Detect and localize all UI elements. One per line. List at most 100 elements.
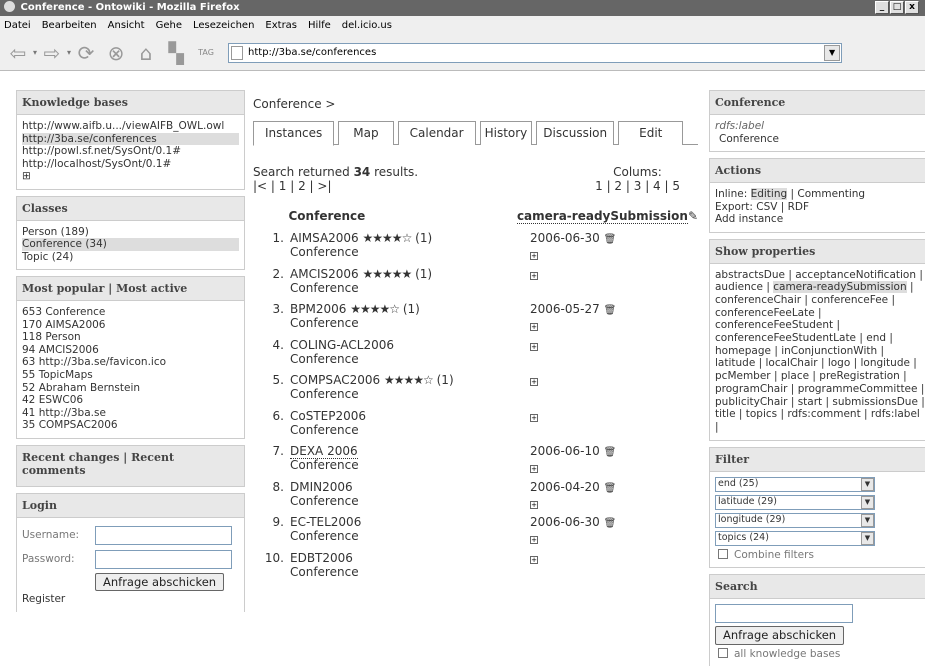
export-links[interactable]: Export: CSV | RDF <box>715 201 920 214</box>
menu-extras[interactable]: Extras <box>265 20 297 31</box>
register-link[interactable]: Register <box>22 593 239 606</box>
forward-dropdown-icon[interactable]: ▾ <box>67 48 71 57</box>
conference-link[interactable]: AIMSA2006 <box>290 231 359 245</box>
url-bar[interactable]: http://3ba.se/conferences ▼ <box>228 42 843 63</box>
tab-edit[interactable]: Edit <box>618 121 684 145</box>
menu-datei[interactable]: Datei <box>4 20 31 31</box>
conference-link[interactable]: COLING-ACL2006 <box>290 338 394 352</box>
popular-item[interactable]: 52 Abraham Bernstein <box>22 382 239 395</box>
add-value-icon[interactable]: + <box>530 323 538 331</box>
popular-item[interactable]: 653 Conference <box>22 306 239 319</box>
popular-title[interactable]: Most popular | Most active <box>17 277 244 301</box>
menu-gehe[interactable]: Gehe <box>156 20 182 31</box>
reload-icon[interactable]: ⟳ <box>74 41 98 65</box>
login-submit-button[interactable]: Anfrage abschicken <box>95 572 225 592</box>
recent-title[interactable]: Recent changes | Recent comments <box>17 445 244 486</box>
combine-filters-checkbox[interactable] <box>718 548 728 559</box>
breadcrumb[interactable]: Conference > <box>253 97 698 111</box>
conference-link[interactable]: CoSTEP2006 <box>290 409 366 423</box>
class-item[interactable]: Topic (24) <box>22 251 239 264</box>
delete-icon[interactable]: 🗑 <box>604 483 617 494</box>
filter-select[interactable]: topics (24) ▼ <box>715 530 875 546</box>
delete-icon[interactable]: 🗑 <box>604 234 617 245</box>
forward-icon[interactable]: ⇨ <box>40 41 64 65</box>
add-value-icon[interactable]: + <box>530 413 538 422</box>
stop-icon[interactable]: ⊗ <box>104 41 128 65</box>
col-conference-header[interactable]: Conference <box>289 209 517 223</box>
popular-item[interactable]: 94 AMCIS2006 <box>22 344 239 357</box>
bookmarks-icon[interactable]: ▚ <box>164 41 188 65</box>
delete-icon[interactable]: 🗑 <box>604 447 617 458</box>
conference-link[interactable]: EDBT2006 <box>290 551 353 565</box>
submission-date[interactable]: 2006-04-20 <box>530 480 600 494</box>
search-submit-button[interactable]: Anfrage abschicken <box>715 626 845 645</box>
conference-link[interactable]: COMPSAC2006 <box>290 373 380 387</box>
add-value-icon[interactable]: + <box>530 271 538 280</box>
rating-stars-icon[interactable]: ★★★★★ <box>362 267 412 281</box>
results-pager[interactable]: |< | 1 | 2 | >| <box>253 179 418 193</box>
tab-map[interactable]: Map <box>338 121 394 145</box>
tab-instances[interactable]: Instances <box>253 121 335 146</box>
commenting-link[interactable]: | Commenting <box>791 188 866 200</box>
tab-history[interactable]: History <box>479 121 533 145</box>
menu-ansicht[interactable]: Ansicht <box>108 20 145 31</box>
add-value-icon[interactable]: + <box>530 500 538 509</box>
add-value-icon[interactable]: + <box>530 465 538 473</box>
rating-stars-icon[interactable]: ★★★★☆ <box>384 373 434 387</box>
filter-select[interactable]: end (25) ▼ <box>715 476 875 492</box>
submission-date[interactable]: 2006-06-30 <box>530 231 600 245</box>
add-value-icon[interactable]: + <box>530 536 538 544</box>
tab-discussion[interactable]: Discussion <box>536 121 615 145</box>
close-button[interactable]: x <box>905 1 919 14</box>
kb-item[interactable]: http://powl.sf.net/SysOnt/0.1# <box>22 145 239 158</box>
add-instance-link[interactable]: Add instance <box>715 213 920 226</box>
class-item-selected[interactable]: Conference (34) <box>22 238 239 251</box>
kb-item[interactable]: http://www.aifb.u.../viewAIFB_OWL.owl <box>22 120 239 133</box>
back-icon[interactable]: ⇦ <box>6 41 30 65</box>
popular-item[interactable]: 55 TopicMaps <box>22 369 239 382</box>
minimize-button[interactable]: _ <box>875 1 889 14</box>
delete-icon[interactable]: 🗑 <box>604 518 617 529</box>
popular-item[interactable]: 42 ESWC06 <box>22 394 239 407</box>
menu-delicious[interactable]: del.icio.us <box>342 20 392 31</box>
menu-hilfe[interactable]: Hilfe <box>308 20 331 31</box>
username-input[interactable] <box>95 525 232 545</box>
home-icon[interactable]: ⌂ <box>134 41 158 65</box>
search-input[interactable] <box>715 604 853 624</box>
tab-calendar[interactable]: Calendar <box>397 121 476 145</box>
tag-icon[interactable]: TAG <box>194 41 218 65</box>
kb-item-selected[interactable]: http://3ba.se/conferences <box>22 132 239 145</box>
submission-date[interactable]: 2006-06-10 <box>530 444 600 458</box>
kb-item[interactable]: http://localhost/SysOnt/0.1# <box>22 158 239 171</box>
conference-link[interactable]: AMCIS2006 <box>290 267 359 281</box>
conference-link[interactable]: EC-TEL2006 <box>290 515 361 529</box>
add-value-icon[interactable]: + <box>530 555 538 564</box>
conference-link[interactable]: BPM2006 <box>290 302 346 316</box>
popular-item[interactable]: 41 http://3ba.se <box>22 407 239 420</box>
rating-stars-icon[interactable]: ★★★★☆ <box>350 302 400 316</box>
editing-link[interactable]: Editing <box>750 188 788 200</box>
maximize-button[interactable]: □ <box>890 1 904 14</box>
edit-pencil-icon[interactable]: ✎ <box>688 209 698 223</box>
filter-select[interactable]: longitude (29) ▼ <box>715 512 875 528</box>
filter-select[interactable]: latitude (29) ▼ <box>715 494 875 510</box>
add-value-icon[interactable]: + <box>530 342 538 351</box>
submission-date[interactable]: 2006-06-30 <box>530 515 600 529</box>
kb-expand-icon[interactable]: ⊞ <box>22 170 239 183</box>
property-selected[interactable]: camera-readySubmission <box>773 281 907 294</box>
back-dropdown-icon[interactable]: ▾ <box>33 48 37 57</box>
url-dropdown-icon[interactable]: ▼ <box>824 44 841 61</box>
password-input[interactable] <box>95 549 232 569</box>
submission-date[interactable]: 2006-05-27 <box>530 302 600 316</box>
conference-link[interactable]: DEXA 2006 <box>290 444 358 459</box>
popular-item[interactable]: 170 AIMSA2006 <box>22 319 239 332</box>
popular-item[interactable]: 118 Person <box>22 331 239 344</box>
all-kb-checkbox[interactable] <box>718 647 728 658</box>
columns-pager[interactable]: 1 | 2 | 3 | 4 | 5 <box>595 179 680 193</box>
menu-lesezeichen[interactable]: Lesezeichen <box>193 20 254 31</box>
add-value-icon[interactable]: + <box>530 252 538 260</box>
conference-link[interactable]: DMIN2006 <box>290 480 353 494</box>
properties-list-rest[interactable]: | conferenceChair | conferenceFee | conf… <box>715 281 925 433</box>
rating-stars-icon[interactable]: ★★★★☆ <box>363 231 413 245</box>
delete-icon[interactable]: 🗑 <box>604 305 617 316</box>
